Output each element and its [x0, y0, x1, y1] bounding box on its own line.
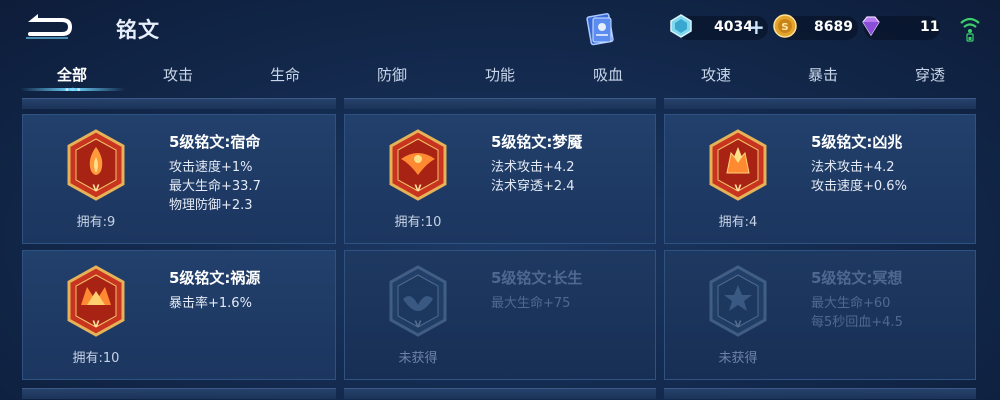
rune-card-calamity[interactable]: V 拥有:10 5级铭文:祸源 暴击率+1.6%	[22, 250, 336, 380]
nightmare-rune-icon: V	[389, 129, 447, 201]
owned-count: 拥有:10	[394, 215, 442, 230]
tab-attack-speed[interactable]: 攻速	[701, 64, 731, 85]
rune-stat: 法术攻击+4.2	[491, 160, 575, 175]
crystal-balance: 4034 +	[670, 14, 768, 40]
owned-count: 拥有:4	[718, 215, 758, 230]
tab-attack[interactable]: 攻击	[163, 64, 193, 85]
tab-critical[interactable]: 暴击	[808, 64, 838, 85]
rune-name: 5级铭文:凶兆	[811, 133, 903, 151]
owned-count: 拥有:9	[76, 215, 116, 230]
diamond-value: 11	[920, 19, 940, 35]
tab-health[interactable]: 生命	[270, 64, 300, 85]
previous-row-card	[22, 98, 336, 109]
previous-row-card	[664, 98, 976, 109]
rune-card-fate[interactable]: V 拥有:9 5级铭文:宿命 攻击速度+1% 最大生命+33.7 物理防御+2.…	[22, 114, 336, 244]
active-tab-dot: •◦•	[64, 85, 82, 96]
back-arrow-icon[interactable]	[22, 12, 76, 42]
rune-name: 5级铭文:梦魇	[491, 133, 583, 151]
svg-text:V: V	[93, 184, 100, 194]
gold-balance: S 8689	[773, 14, 858, 40]
rune-stat: 最大生命+33.7	[169, 179, 261, 194]
wifi-signal-icon	[960, 17, 980, 42]
owned-status: 未获得	[718, 351, 758, 366]
rune-name: 5级铭文:祸源	[169, 269, 261, 287]
rune-card-meditation[interactable]: V 未获得 5级铭文:冥想 最大生命+60 每5秒回血+4.5	[664, 250, 976, 380]
rune-stat: 最大生命+60	[811, 296, 891, 311]
tab-defense[interactable]: 防御	[377, 64, 407, 85]
rune-stat: 法术穿透+2.4	[491, 179, 575, 194]
owned-count: 拥有:10	[72, 351, 120, 366]
svg-text:V: V	[735, 184, 742, 194]
svg-text:V: V	[735, 320, 742, 330]
longevity-rune-icon: V	[389, 265, 447, 337]
rune-stat: 法术攻击+4.2	[811, 160, 895, 175]
category-tabs: 全部 攻击 生命 防御 功能 吸血 攻速 暴击 穿透	[0, 56, 1000, 96]
owned-status: 未获得	[398, 351, 438, 366]
svg-text:S: S	[781, 22, 788, 33]
rune-stat: 攻击速度+1%	[169, 160, 253, 175]
rune-stat: 每5秒回血+4.5	[811, 315, 903, 330]
previous-row-card	[344, 98, 656, 109]
rune-card-nightmare[interactable]: V 拥有:10 5级铭文:梦魇 法术攻击+4.2 法术穿透+2.4	[344, 114, 656, 244]
tab-utility[interactable]: 功能	[485, 64, 515, 85]
next-row-card	[344, 388, 656, 399]
rune-stat: 攻击速度+0.6%	[811, 179, 907, 194]
top-bar: 铭文 4034 + S 8689 11	[0, 0, 1000, 56]
rune-name: 5级铭文:长生	[491, 269, 583, 287]
crystal-icon	[670, 14, 692, 38]
svg-text:V: V	[415, 184, 422, 194]
page-title: 铭文	[116, 18, 160, 42]
calamity-rune-icon: V	[67, 265, 125, 337]
add-crystal-icon[interactable]: +	[748, 17, 765, 37]
omen-rune-icon: V	[709, 129, 767, 201]
next-row-card	[664, 388, 976, 399]
rune-stat: 暴击率+1.6%	[169, 296, 252, 311]
rune-card-omen[interactable]: V 拥有:4 5级铭文:凶兆 法术攻击+4.2 攻击速度+0.6%	[664, 114, 976, 244]
tab-penetration[interactable]: 穿透	[915, 64, 945, 85]
meditation-rune-icon: V	[709, 265, 767, 337]
diamond-balance: 11	[862, 16, 940, 40]
diamond-icon	[862, 16, 880, 37]
next-row-card	[22, 388, 336, 399]
inscription-book-icon[interactable]	[586, 12, 616, 46]
rune-card-longevity[interactable]: V 未获得 5级铭文:长生 最大生命+75	[344, 250, 656, 380]
tab-lifesteal[interactable]: 吸血	[593, 64, 623, 85]
gold-value: 8689	[814, 19, 853, 35]
tab-all[interactable]: 全部	[57, 64, 87, 85]
gold-coin-icon: S	[773, 14, 797, 38]
rune-name: 5级铭文:冥想	[811, 269, 903, 287]
svg-text:V: V	[93, 320, 100, 330]
rune-stat: 物理防御+2.3	[169, 198, 253, 213]
rune-stat: 最大生命+75	[491, 296, 571, 311]
fate-rune-icon: V	[67, 129, 125, 201]
rune-name: 5级铭文:宿命	[169, 133, 261, 151]
svg-text:V: V	[415, 320, 422, 330]
